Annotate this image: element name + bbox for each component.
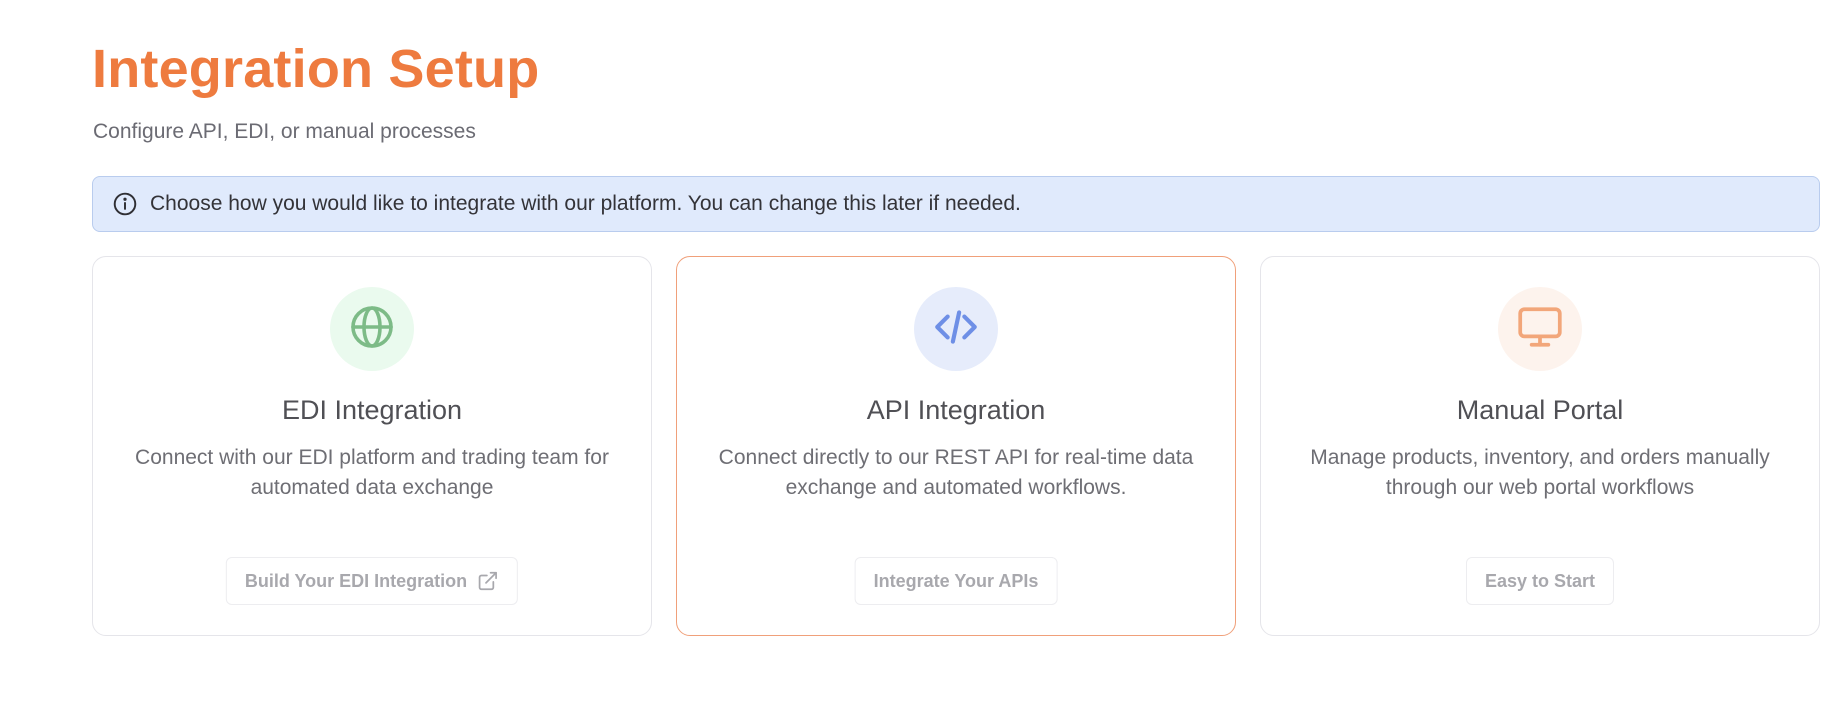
info-banner: Choose how you would like to integrate w… (92, 176, 1820, 232)
easy-to-start-button[interactable]: Easy to Start (1465, 557, 1615, 605)
button-label: Easy to Start (1484, 570, 1596, 591)
build-edi-integration-button[interactable]: Build Your EDI Integration (225, 557, 519, 605)
manual-icon-badge (1498, 287, 1582, 371)
integrate-apis-button[interactable]: Integrate Your APIs (854, 557, 1058, 605)
page-subtitle: Configure API, EDI, or manual processes (93, 120, 476, 143)
integration-options: EDI Integration Connect with our EDI pla… (92, 256, 1820, 636)
button-label: Build Your EDI Integration (244, 570, 468, 591)
monitor-icon (1515, 302, 1565, 357)
api-icon-badge (914, 287, 998, 371)
info-banner-text: Choose how you would like to integrate w… (150, 192, 1021, 215)
card-title: API Integration (866, 395, 1046, 425)
page-title: Integration Setup (92, 39, 540, 99)
card-description: Manage products, inventory, and orders m… (1310, 446, 1770, 499)
card-title: EDI Integration (281, 395, 463, 425)
globe-icon (348, 303, 396, 356)
card-description: Connect with our EDI platform and tradin… (135, 446, 609, 499)
option-card-manual[interactable]: Manual Portal Manage products, inventory… (1260, 256, 1820, 636)
external-link-icon (477, 570, 499, 592)
edi-icon-badge (330, 287, 414, 371)
option-card-edi[interactable]: EDI Integration Connect with our EDI pla… (92, 256, 652, 636)
option-card-api[interactable]: API Integration Connect directly to our … (676, 256, 1236, 636)
integration-setup-page: Integration Setup Configure API, EDI, or… (0, 0, 1848, 702)
code-icon (931, 302, 981, 357)
card-description: Connect directly to our REST API for rea… (718, 446, 1194, 499)
card-title: Manual Portal (1456, 395, 1624, 425)
button-label: Integrate Your APIs (873, 570, 1039, 591)
info-circle-icon (112, 191, 138, 217)
